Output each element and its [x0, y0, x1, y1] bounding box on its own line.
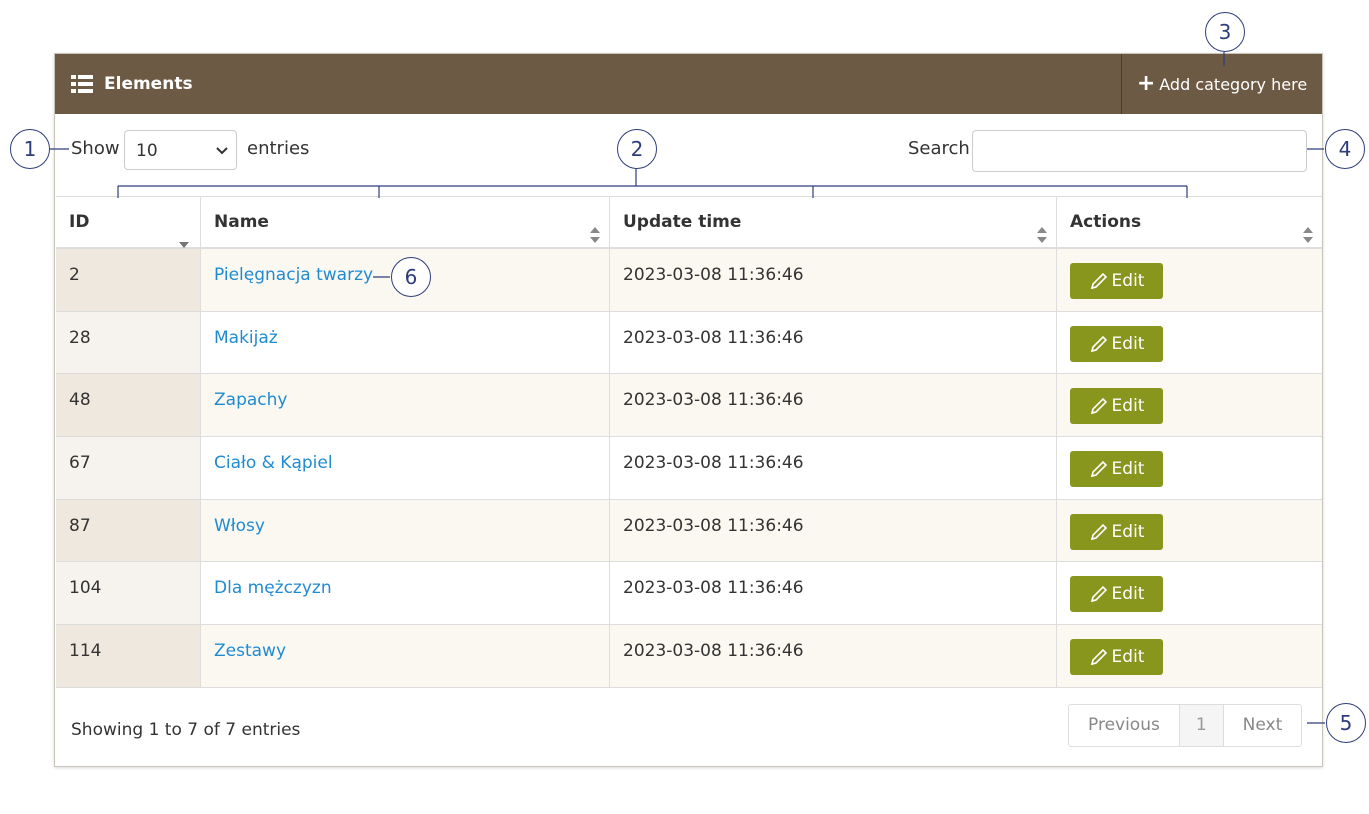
- callout-badge: 4: [1325, 129, 1365, 169]
- callout-badge: 1: [10, 129, 50, 169]
- callout-badge: 5: [1326, 703, 1366, 743]
- callout-lines: [50, 52, 1325, 724]
- callout-badge: 3: [1205, 12, 1245, 52]
- callout-badge: 6: [391, 257, 431, 297]
- callout-badge: 2: [617, 129, 657, 169]
